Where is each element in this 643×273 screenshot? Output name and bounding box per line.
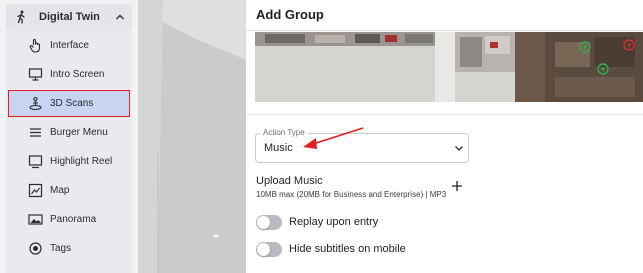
sidebar-item-label: Map bbox=[50, 185, 70, 196]
action-type-value[interactable]: Music bbox=[264, 142, 293, 154]
tag-target-icon bbox=[29, 242, 42, 255]
hide-subtitles-row: Hide subtitles on mobile bbox=[256, 241, 516, 259]
divider bbox=[246, 114, 643, 115]
sidebar-item-label: Interface bbox=[50, 40, 89, 51]
toggle-knob bbox=[257, 216, 270, 229]
person-walking-icon bbox=[17, 10, 25, 24]
sidebar-item-label: Intro Screen bbox=[50, 69, 105, 80]
digital-twin-header[interactable]: Digital Twin bbox=[6, 4, 132, 31]
sidebar-item-intro-screen[interactable]: Intro Screen bbox=[6, 61, 132, 88]
upload-music-title: Upload Music bbox=[256, 175, 323, 187]
sidebar-item-label: Tags bbox=[50, 243, 72, 254]
sidebar-item-map[interactable]: Map bbox=[6, 177, 132, 204]
sidebar-item-interface[interactable]: Interface bbox=[6, 32, 132, 59]
chevron-up-icon[interactable] bbox=[114, 11, 126, 23]
hand-pointer-icon bbox=[29, 38, 41, 53]
add-group-panel: Add Group Action Type Music Upload Music… bbox=[246, 0, 643, 273]
sidebar-item-label: Highlight Reel bbox=[50, 156, 113, 167]
sidebar-item-label: Burger Menu bbox=[50, 127, 108, 138]
divider bbox=[246, 30, 643, 31]
sidebar-item-tags[interactable]: Tags bbox=[6, 235, 132, 262]
3d-scan-preview-image[interactable] bbox=[255, 32, 643, 102]
sidebar-item-panorama[interactable]: Panorama bbox=[6, 206, 132, 233]
play-screen-icon bbox=[28, 155, 43, 169]
hide-subtitles-toggle[interactable] bbox=[256, 242, 282, 257]
3d-viewport[interactable] bbox=[138, 0, 246, 273]
plus-icon[interactable] bbox=[451, 180, 463, 192]
sidebar-item-3d-scans[interactable]: 3D Scans bbox=[8, 90, 130, 117]
digital-twin-submenu: Interface Intro Screen 3D Scans Burger M… bbox=[6, 31, 132, 273]
toggle-knob bbox=[257, 243, 270, 256]
hide-subtitles-label: Hide subtitles on mobile bbox=[289, 243, 406, 255]
sidebar-item-label: Panorama bbox=[50, 214, 97, 225]
scan-floorplan-render bbox=[255, 32, 643, 102]
room-render-image bbox=[138, 0, 246, 273]
scan-person-icon bbox=[29, 96, 42, 111]
hamburger-menu-icon bbox=[30, 128, 41, 137]
monitor-icon bbox=[28, 68, 43, 81]
replay-upon-entry-toggle[interactable] bbox=[256, 215, 282, 230]
chevron-down-icon[interactable] bbox=[454, 143, 464, 153]
sidebar-item-highlight-reel[interactable]: Highlight Reel bbox=[6, 148, 132, 175]
panorama-icon bbox=[28, 214, 43, 225]
action-type-label: Action Type bbox=[260, 128, 308, 137]
map-icon bbox=[28, 183, 43, 198]
sidebar-item-label: 3D Scans bbox=[50, 98, 94, 109]
replay-upon-entry-label: Replay upon entry bbox=[289, 216, 379, 228]
upload-music-hint: 10MB max (20MB for Business and Enterpri… bbox=[256, 190, 447, 199]
sidebar: Digital Twin Interface Intro Screen 3D S… bbox=[0, 0, 138, 273]
replay-upon-entry-row: Replay upon entry bbox=[256, 214, 516, 232]
panel-title: Add Group bbox=[256, 7, 324, 22]
digital-twin-label: Digital Twin bbox=[39, 11, 100, 23]
sidebar-item-burger-menu[interactable]: Burger Menu bbox=[6, 119, 132, 146]
